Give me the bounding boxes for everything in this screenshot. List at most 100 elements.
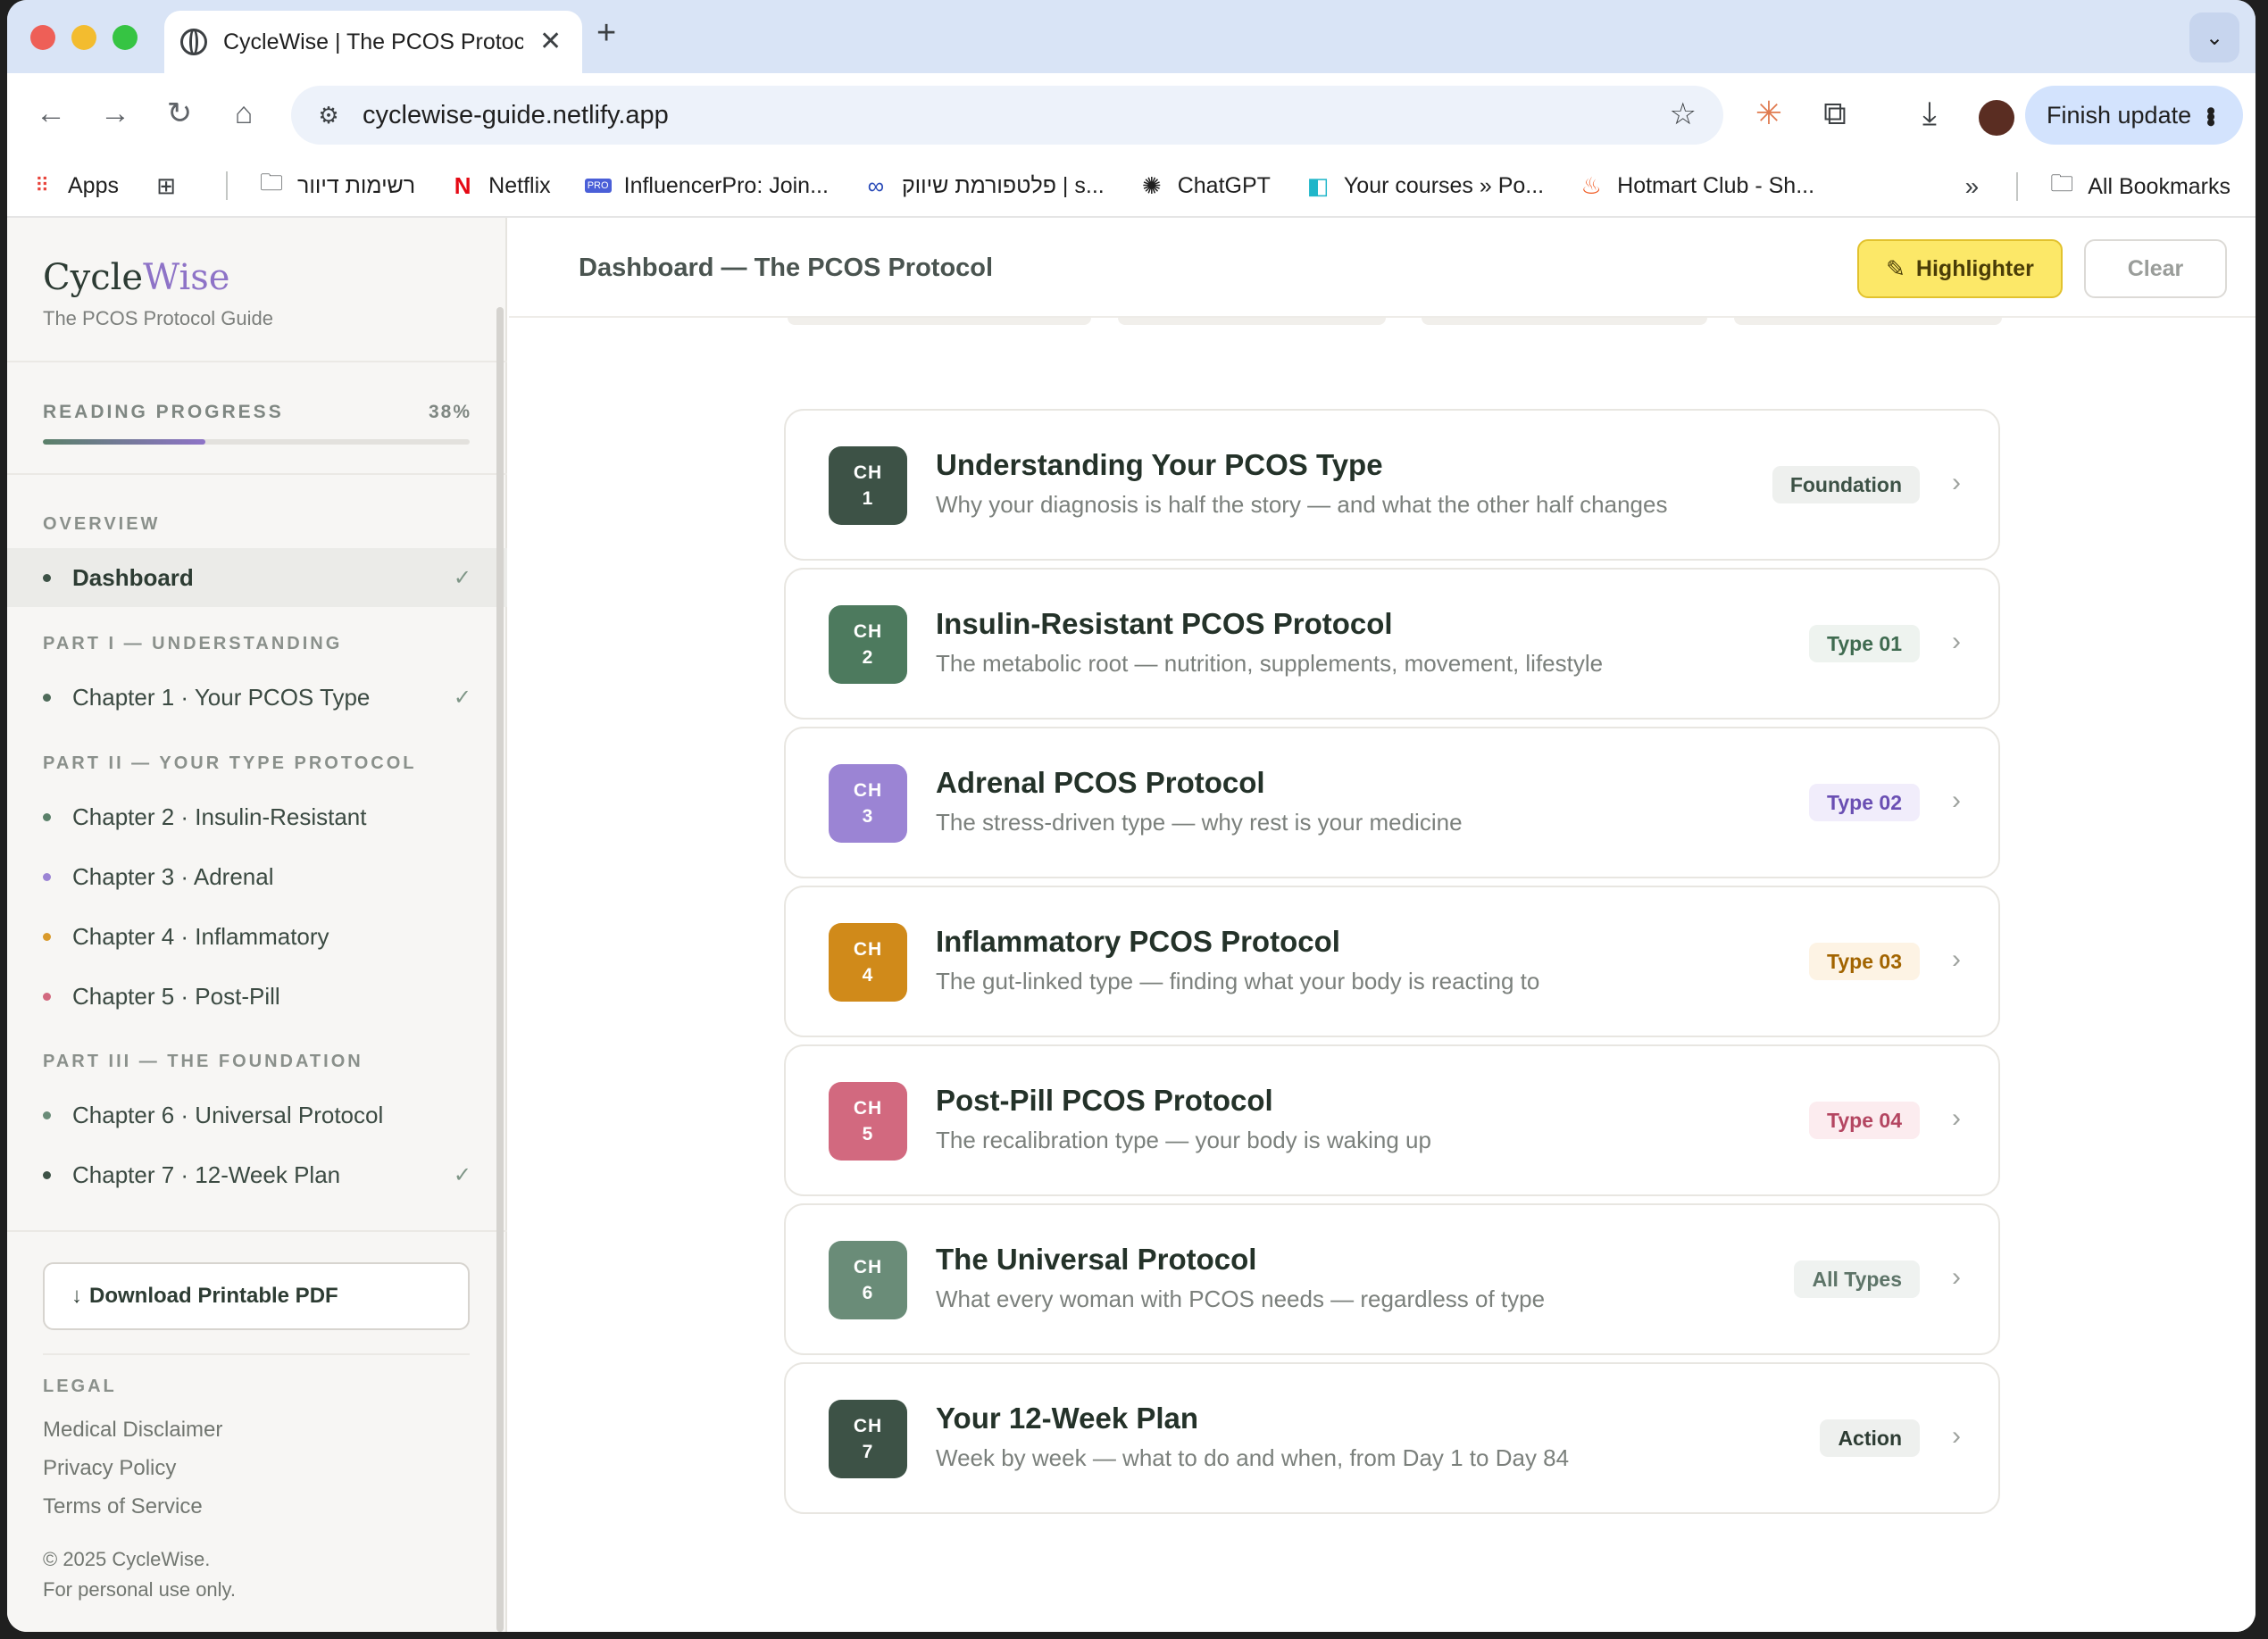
forward-arrow-icon[interactable]: → bbox=[95, 93, 136, 134]
claude-extension-icon[interactable]: ✳ bbox=[1748, 93, 1789, 134]
legal-heading: LEGAL bbox=[43, 1377, 117, 1396]
chevron-right-icon: › bbox=[1952, 1262, 1961, 1292]
sidebar-item-chapter-1[interactable]: Chapter 1 · Your PCOS Type ✓ bbox=[7, 668, 507, 727]
bookmark-your-courses[interactable]: ◧ Your courses » Po... bbox=[1305, 172, 1545, 199]
sidebar-item-label: Chapter 7 · 12-Week Plan bbox=[72, 1161, 341, 1188]
sidebar-item-label: Chapter 3 · Adrenal bbox=[72, 862, 274, 890]
app-viewport: CycleWise The PCOS Protocol Guide READIN… bbox=[7, 218, 2255, 1632]
sidebar-item-label: Chapter 1 · Your PCOS Type bbox=[72, 683, 371, 711]
header-shadow bbox=[788, 318, 2004, 327]
sidebar-item-chapter-2[interactable]: Chapter 2 · Insulin-Resistant bbox=[7, 787, 507, 846]
sidebar-item-chapter-3[interactable]: Chapter 3 · Adrenal bbox=[7, 847, 507, 906]
bookmark-label: Your courses » Po... bbox=[1343, 172, 1545, 198]
address-bar[interactable]: ⚙ cyclewise-guide.netlify.app ☆ bbox=[291, 86, 1723, 145]
bookmark-folder-mailing[interactable]: 🗀 רשימות דיוור bbox=[258, 169, 416, 199]
chapter-tag: Foundation bbox=[1772, 466, 1920, 503]
bookmarks-bar: ⠿ Apps ⊞ 🗀 רשימות דיוור N Netflix PRO In… bbox=[7, 155, 2255, 218]
chapter-tag: Action bbox=[1820, 1419, 1920, 1457]
sidebar-scrollbar[interactable] bbox=[496, 307, 504, 1632]
bookmark-label: Netflix bbox=[488, 172, 551, 198]
bookmark-marketing-platform[interactable]: ∞ פלטפורמת שיווק | s... bbox=[863, 172, 1105, 199]
chapter-title: Adrenal PCOS Protocol bbox=[936, 766, 1265, 799]
bookmark-label: Hotmart Club - Sh... bbox=[1617, 172, 1815, 198]
bookmark-influencerpro[interactable]: PRO InfluencerPro: Join... bbox=[584, 173, 829, 199]
sidebar-item-chapter-6[interactable]: Chapter 6 · Universal Protocol bbox=[7, 1086, 507, 1144]
chapter-card[interactable]: CH 4 Inflammatory PCOS Protocol The gut-l… bbox=[784, 886, 2000, 1037]
chapter-card[interactable]: CH 1 Understanding Your PCOS Type Why you… bbox=[784, 409, 2000, 561]
status-dot bbox=[43, 812, 51, 821]
status-dot bbox=[43, 872, 51, 881]
clear-button[interactable]: Clear bbox=[2084, 239, 2227, 298]
chapter-title: Insulin-Resistant PCOS Protocol bbox=[936, 607, 1393, 640]
browser-tab-active[interactable]: CycleWise | The PCOS Protoc ✕ bbox=[164, 11, 582, 73]
sidebar-item-chapter-7[interactable]: Chapter 7 · 12-Week Plan ✓ bbox=[7, 1145, 507, 1204]
highlighter-label: Highlighter bbox=[1915, 255, 2034, 281]
bookmark-label: רשימות דיוור bbox=[296, 172, 416, 198]
back-arrow-icon[interactable]: ← bbox=[30, 93, 71, 134]
sidebar-item-label: Dashboard bbox=[72, 563, 194, 591]
status-dot bbox=[43, 1170, 51, 1179]
highlighter-button[interactable]: ✎ Highlighter bbox=[1857, 239, 2063, 298]
download-icon[interactable]: ⤓ bbox=[1909, 93, 1950, 134]
chapter-card[interactable]: CH 2 Insulin-Resistant PCOS Protocol The … bbox=[784, 568, 2000, 720]
tab-search-chevron-icon[interactable]: ⌄ bbox=[2189, 12, 2239, 62]
close-window-button[interactable] bbox=[30, 25, 55, 50]
bookmark-star-icon[interactable]: ☆ bbox=[1670, 96, 1697, 132]
bookmark-netflix[interactable]: N Netflix bbox=[449, 172, 551, 199]
bookmark-hotmart[interactable]: ♨ Hotmart Club - Sh... bbox=[1578, 172, 1814, 199]
chapter-subtitle: The metabolic root — nutrition, suppleme… bbox=[936, 650, 1604, 677]
download-arrow-icon: ↓ bbox=[71, 1284, 82, 1308]
site-info-icon[interactable]: ⚙ bbox=[309, 96, 348, 135]
all-bookmarks-folder[interactable]: 🗀 All Bookmarks bbox=[2048, 170, 2230, 200]
chapter-tag: Type 01 bbox=[1809, 625, 1920, 662]
chevron-right-icon: › bbox=[1952, 627, 1961, 656]
terms-of-service-link[interactable]: Terms of Service bbox=[43, 1494, 203, 1519]
chapter-card[interactable]: CH 3 Adrenal PCOS Protocol The stress-dri… bbox=[784, 727, 2000, 878]
chapter-subtitle: Why your diagnosis is half the story — a… bbox=[936, 491, 1668, 518]
extensions-puzzle-icon[interactable]: ⧉ bbox=[1814, 93, 1855, 134]
bookmark-chatgpt[interactable]: ✺ ChatGPT bbox=[1138, 172, 1271, 199]
reading-progress-bar bbox=[43, 439, 470, 445]
profile-avatar[interactable] bbox=[1979, 100, 2014, 136]
tab-strip: CycleWise | The PCOS Protoc ✕ + ⌄ bbox=[7, 0, 2255, 73]
chapter-card[interactable]: CH 5 Post-Pill PCOS Protocol The recalibr… bbox=[784, 1044, 2000, 1196]
tab-groups-button[interactable]: ⊞ bbox=[153, 172, 192, 199]
sidebar-item-dashboard[interactable]: Dashboard ✓ bbox=[7, 548, 507, 607]
home-icon[interactable]: ⌂ bbox=[223, 93, 264, 134]
badge-ch: CH bbox=[853, 621, 883, 642]
reload-icon[interactable]: ↻ bbox=[159, 93, 200, 134]
bookmark-apps[interactable]: ⠿ Apps bbox=[29, 172, 119, 199]
chevron-right-icon: › bbox=[1952, 786, 1961, 815]
copyright-text: © 2025 CycleWise. bbox=[43, 1548, 211, 1570]
chapter-card[interactable]: CH 6 The Universal Protocol What every wo… bbox=[784, 1203, 2000, 1355]
edit-pencil-icon: ✎ bbox=[1886, 254, 1905, 282]
chapter-badge: CH 1 bbox=[829, 446, 907, 525]
folder-icon: 🗀 bbox=[2050, 170, 2074, 196]
medical-disclaimer-link[interactable]: Medical Disclaimer bbox=[43, 1418, 222, 1443]
section-part2: PART II — YOUR TYPE PROTOCOL bbox=[43, 753, 417, 773]
new-tab-button[interactable]: + bbox=[596, 16, 616, 50]
privacy-policy-link[interactable]: Privacy Policy bbox=[43, 1456, 176, 1481]
finish-update-button[interactable]: Finish update ••• bbox=[2025, 86, 2243, 145]
brand-logo[interactable]: CycleWise bbox=[43, 257, 229, 298]
chevron-double-right-icon[interactable]: » bbox=[1965, 172, 1980, 201]
tab-close-icon[interactable]: ✕ bbox=[539, 29, 562, 55]
chapter-subtitle: The stress-driven type — why rest is you… bbox=[936, 809, 1463, 836]
sidebar-item-chapter-4[interactable]: Chapter 4 · Inflammatory bbox=[7, 907, 507, 966]
chatgpt-icon: ✺ bbox=[1141, 171, 1162, 199]
maximize-window-button[interactable] bbox=[113, 25, 138, 50]
sidebar-item-chapter-5[interactable]: Chapter 5 · Post-Pill bbox=[7, 967, 507, 1026]
badge-ch: CH bbox=[853, 939, 883, 960]
chapter-tag: Type 04 bbox=[1809, 1102, 1920, 1139]
chapter-card[interactable]: CH 7 Your 12-Week Plan Week by week — wha… bbox=[784, 1362, 2000, 1514]
reading-progress-label: READING PROGRESS bbox=[43, 402, 284, 422]
download-pdf-button[interactable]: ↓ Download Printable PDF bbox=[43, 1262, 470, 1330]
chapter-subtitle: Week by week — what to do and when, from… bbox=[936, 1444, 1570, 1471]
reading-progress-value: 38% bbox=[428, 402, 471, 422]
bookmarks-separator bbox=[2016, 172, 2019, 201]
minimize-window-button[interactable] bbox=[71, 25, 96, 50]
bookmark-label: Apps bbox=[68, 172, 119, 198]
chapter-badge: CH 6 bbox=[829, 1241, 907, 1319]
badge-num: 4 bbox=[862, 965, 874, 986]
url-text[interactable]: cyclewise-guide.netlify.app bbox=[363, 101, 669, 130]
